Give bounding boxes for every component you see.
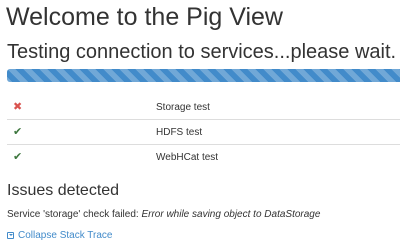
- progress-fill: [7, 69, 400, 82]
- connection-status-heading: Testing connection to services...please …: [7, 41, 397, 63]
- issue-message-prefix: Service 'storage' check failed:: [7, 209, 142, 220]
- collapse-link-label: Collapse Stack Trace: [18, 230, 113, 241]
- issue-message-detail: Error while saving object to DataStorage: [141, 209, 321, 220]
- test-label: WebHCat test: [156, 144, 400, 169]
- table-row: ✔ WebHCat test: [7, 144, 400, 169]
- connection-progress-bar: [7, 69, 400, 82]
- issue-message: Service 'storage' check failed: Error wh…: [7, 209, 320, 220]
- status-cell: ✔: [7, 144, 156, 169]
- status-cell: ✖: [7, 95, 156, 120]
- page-title: Welcome to the Pig View: [6, 3, 283, 31]
- x-icon: ✖: [13, 101, 23, 113]
- service-tests-table: ✖ Storage test ✔ HDFS test ✔ WebHCat tes…: [7, 95, 400, 169]
- table-row: ✔ HDFS test: [7, 119, 400, 145]
- test-label: Storage test: [156, 101, 210, 113]
- collapse-stack-trace-link[interactable]: Collapse Stack Trace: [7, 230, 113, 241]
- check-icon: ✔: [13, 151, 23, 163]
- check-icon: ✔: [13, 126, 23, 138]
- collapse-icon: [7, 232, 14, 239]
- test-label: HDFS test: [156, 119, 400, 145]
- table-row: ✖ Storage test: [7, 95, 400, 120]
- status-cell: ✔: [7, 119, 156, 145]
- issues-heading: Issues detected: [7, 182, 120, 199]
